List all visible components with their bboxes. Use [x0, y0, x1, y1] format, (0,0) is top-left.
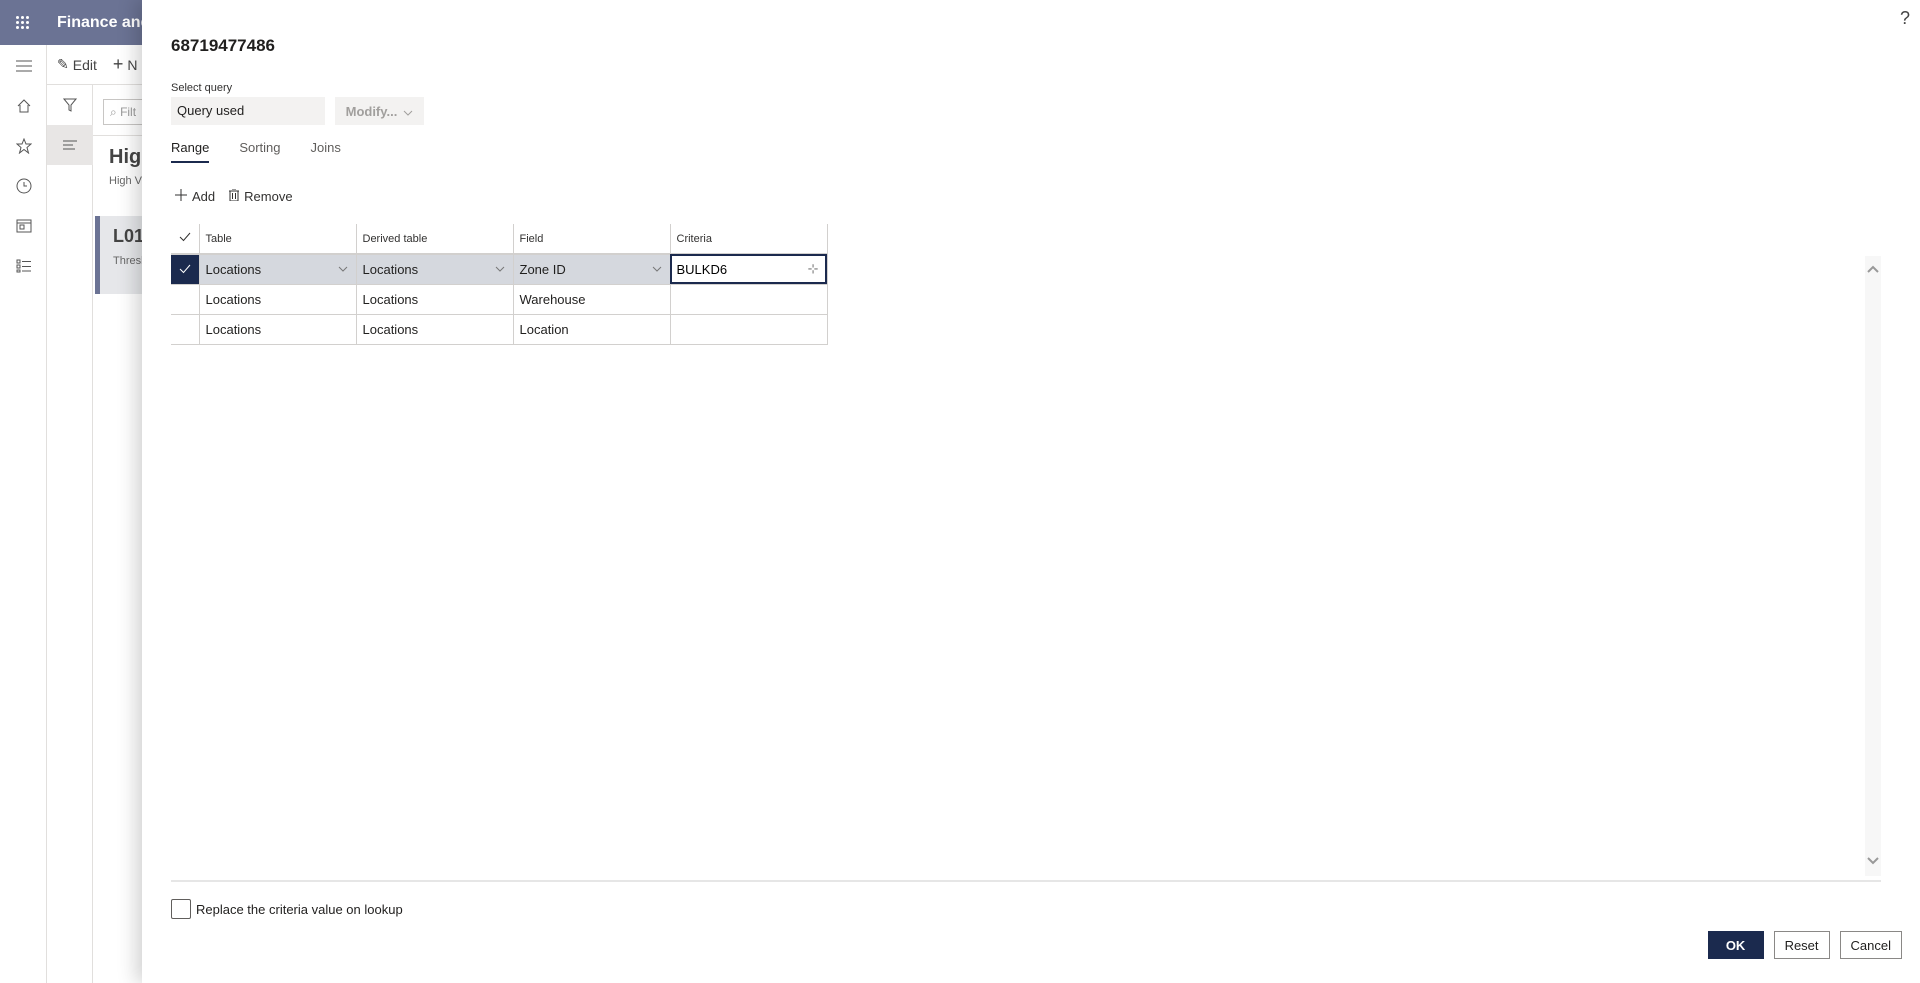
list-view-icon[interactable]	[47, 125, 93, 165]
column-header-table[interactable]: Table	[198, 224, 356, 255]
navigation-pane	[0, 45, 47, 983]
derived-table-cell[interactable]: Locations	[355, 314, 513, 345]
filter-pane	[47, 85, 93, 983]
recent-clock-icon[interactable]	[0, 166, 47, 206]
field-cell[interactable]: Location	[512, 314, 670, 345]
modify-button[interactable]: Modify...	[335, 97, 424, 125]
ok-button[interactable]: OK	[1707, 931, 1764, 959]
field-select[interactable]: Zone ID	[512, 254, 670, 285]
select-query-label: Select query	[171, 82, 233, 94]
edit-button[interactable]: ✎ Edit	[57, 56, 97, 73]
table-row[interactable]: Locations Locations Warehouse	[171, 284, 828, 315]
scroll-up-icon[interactable]	[1865, 264, 1881, 276]
criteria-cell[interactable]	[669, 314, 828, 345]
replace-criteria-checkbox[interactable]	[171, 899, 191, 919]
table-cell[interactable]: Locations	[198, 314, 356, 345]
query-tabs: Range Sorting Joins	[171, 140, 341, 163]
chevron-down-icon	[338, 264, 348, 275]
waffle-icon	[16, 16, 29, 29]
cancel-button[interactable]: Cancel	[1839, 931, 1902, 959]
dialog-title: 68719477486	[171, 36, 276, 55]
table-select[interactable]: Locations	[198, 254, 356, 285]
dialog-footer: OK Reset Cancel	[1707, 931, 1902, 959]
column-header-derived-table[interactable]: Derived table	[355, 224, 513, 255]
range-toolbar: Add Remove	[175, 188, 293, 204]
field-cell[interactable]: Warehouse	[512, 284, 670, 315]
home-icon[interactable]	[0, 86, 47, 126]
replace-criteria-option: Replace the criteria value on lookup	[171, 899, 403, 919]
hamburger-menu-icon[interactable]	[0, 46, 47, 86]
table-row[interactable]: Locations Locations Location	[171, 314, 828, 345]
trash-icon	[229, 188, 240, 204]
plus-icon: +	[112, 54, 124, 74]
grid-scrollbar[interactable]	[1865, 256, 1881, 876]
app-launcher-button[interactable]	[0, 0, 45, 45]
criteria-cell[interactable]	[669, 284, 828, 315]
column-header-criteria[interactable]: Criteria	[669, 224, 828, 255]
workspaces-icon[interactable]	[0, 206, 47, 246]
select-query-input[interactable]: Query used	[171, 97, 325, 125]
chevron-down-icon	[652, 264, 662, 275]
modules-list-icon[interactable]	[0, 246, 47, 286]
lookup-icon[interactable]: ⊹	[808, 261, 819, 277]
grid-header-row: Table Derived table Field Criteria	[171, 224, 828, 255]
grid-divider	[171, 880, 1881, 882]
range-grid: Table Derived table Field Criteria Locat…	[171, 224, 828, 345]
criteria-cell[interactable]: ⊹	[669, 254, 828, 285]
add-button[interactable]: Add	[175, 189, 215, 204]
pencil-icon: ✎	[57, 56, 69, 72]
replace-criteria-label: Replace the criteria value on lookup	[196, 901, 403, 917]
filter-icon[interactable]	[47, 85, 93, 125]
help-icon[interactable]: ?	[1900, 8, 1910, 29]
select-all-checkbox[interactable]	[171, 224, 199, 255]
row-checkbox[interactable]	[171, 254, 199, 285]
column-header-field[interactable]: Field	[512, 224, 670, 255]
reset-button[interactable]: Reset	[1773, 931, 1830, 959]
tab-range[interactable]: Range	[171, 140, 210, 163]
derived-table-select[interactable]: Locations	[355, 254, 513, 285]
tab-sorting[interactable]: Sorting	[239, 140, 280, 163]
scroll-down-icon[interactable]	[1865, 856, 1881, 868]
favorites-star-icon[interactable]	[0, 126, 47, 166]
chevron-down-icon	[495, 264, 505, 275]
remove-button[interactable]: Remove	[229, 188, 293, 204]
criteria-input[interactable]	[676, 261, 777, 277]
query-dialog: ? 68719477486 Select query Query used Mo…	[142, 0, 1920, 983]
row-checkbox[interactable]	[171, 284, 199, 315]
table-row[interactable]: Locations Locations Zone ID ⊹	[171, 254, 828, 285]
row-checkbox[interactable]	[171, 314, 199, 345]
app-title: Finance and	[57, 13, 151, 31]
plus-icon	[175, 189, 187, 204]
tab-joins[interactable]: Joins	[311, 140, 341, 163]
derived-table-cell[interactable]: Locations	[355, 284, 513, 315]
table-cell[interactable]: Locations	[198, 284, 356, 315]
chevron-down-icon	[403, 104, 413, 119]
new-button[interactable]: + N	[113, 54, 138, 75]
